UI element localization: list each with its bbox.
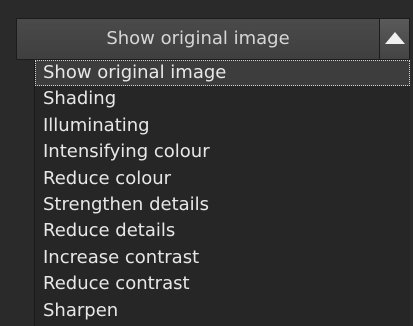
dropdown-options-list[interactable]: Show original image Shading Illuminating… bbox=[34, 60, 410, 326]
triangle-up-icon bbox=[385, 32, 405, 44]
dropdown-toggle-button[interactable] bbox=[379, 19, 409, 59]
dropdown-option[interactable]: Strengthen details bbox=[35, 192, 410, 218]
dropdown-option[interactable]: Show original image bbox=[35, 60, 410, 87]
dropdown-option[interactable]: Shading bbox=[35, 86, 410, 112]
dropdown-option[interactable]: Sharpen bbox=[35, 298, 410, 324]
dropdown-container: Show original image Show original image … bbox=[0, 0, 413, 326]
dropdown-selected-label[interactable]: Show original image bbox=[17, 19, 379, 59]
dropdown-option[interactable]: Increase contrast bbox=[35, 245, 410, 271]
dropdown-option[interactable]: Intensifying colour bbox=[35, 139, 410, 165]
dropdown-option[interactable]: Reduce details bbox=[35, 218, 410, 244]
filter-dropdown[interactable]: Show original image bbox=[16, 18, 410, 60]
dropdown-option[interactable]: Reduce colour bbox=[35, 166, 410, 192]
dropdown-option[interactable]: Illuminating bbox=[35, 113, 410, 139]
dropdown-option[interactable]: Reduce contrast bbox=[35, 271, 410, 297]
